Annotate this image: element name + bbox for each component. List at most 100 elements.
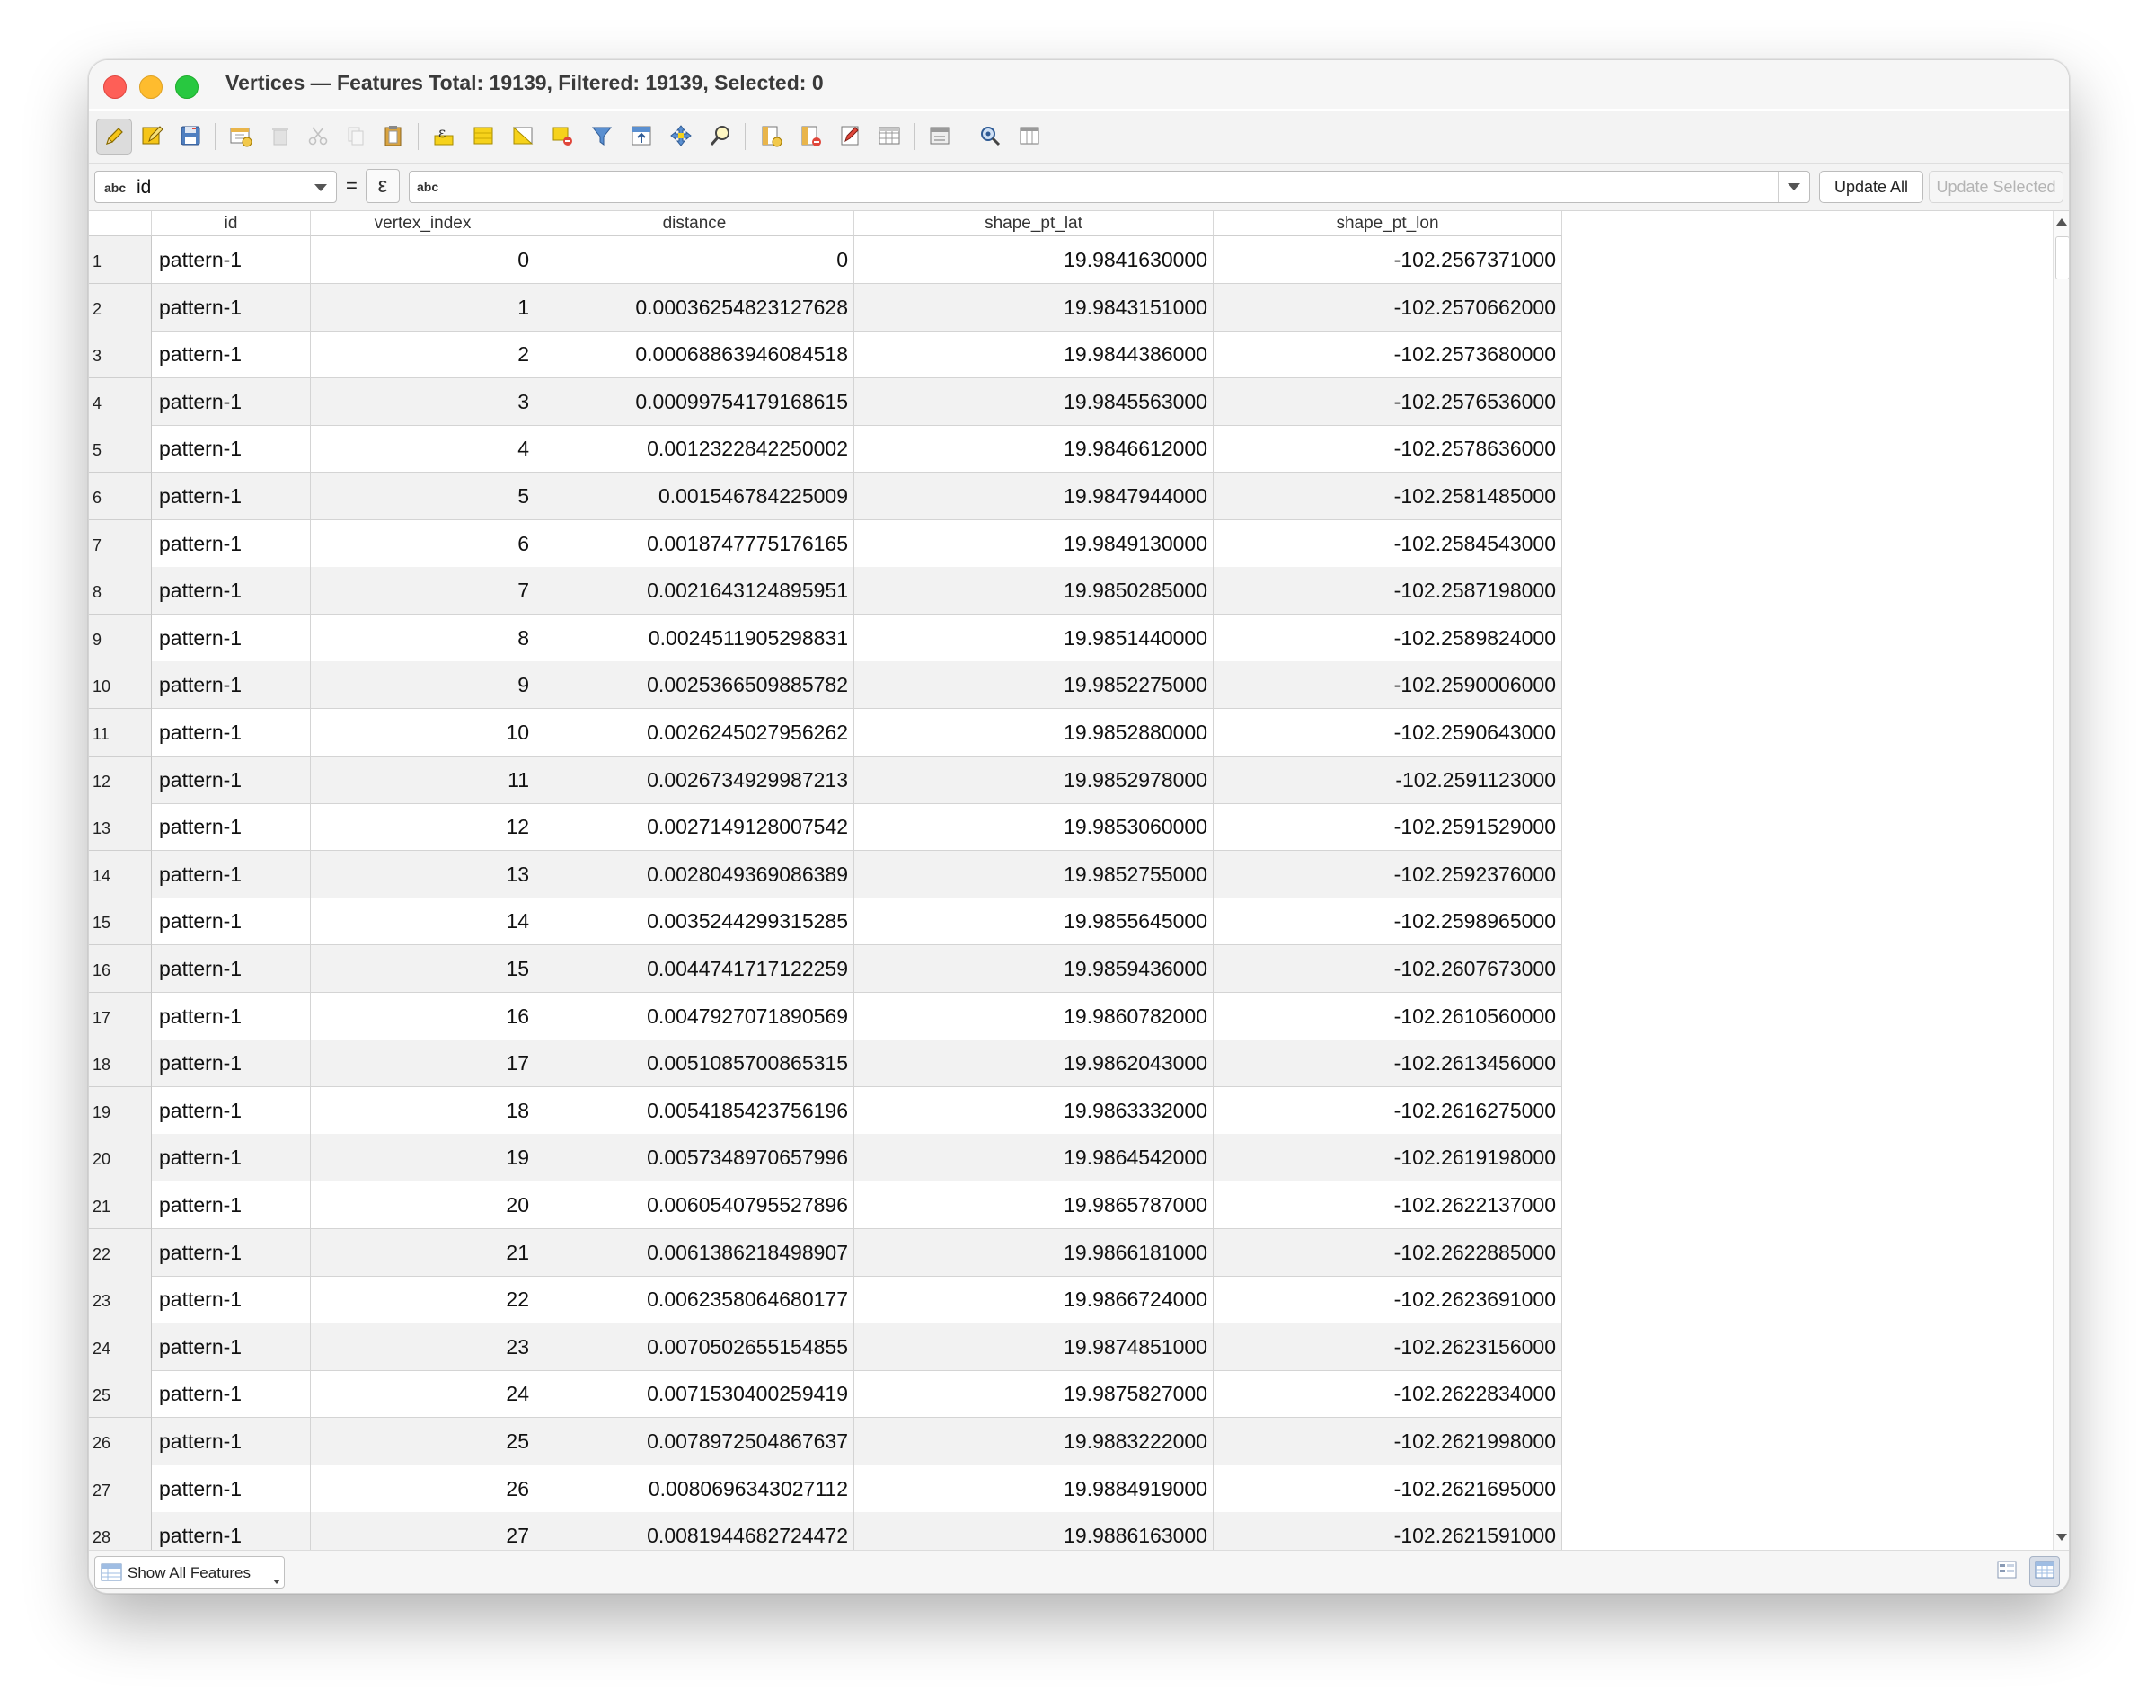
cell-vertex-index[interactable]: 4 <box>311 425 535 473</box>
update-all-button[interactable]: Update All <box>1819 171 1923 203</box>
cell-distance[interactable]: 0.0047927071890569 <box>535 992 854 1040</box>
table-row[interactable]: 11 pattern-1 10 0.0026245027956262 19.985288… <box>89 709 1562 757</box>
cell-vertex-index[interactable]: 5 <box>311 473 535 520</box>
cell-vertex-index[interactable]: 17 <box>311 1040 535 1088</box>
cell-shape-pt-lat[interactable]: 19.9859436000 <box>854 945 1214 993</box>
row-number[interactable]: 7 <box>89 519 152 568</box>
vertical-scrollbar[interactable] <box>2053 211 2069 1550</box>
cell-vertex-index[interactable]: 8 <box>311 614 535 662</box>
cell-vertex-index[interactable]: 26 <box>311 1465 535 1513</box>
row-number[interactable]: 11 <box>89 709 152 757</box>
organize-columns-button[interactable] <box>1012 119 1047 153</box>
cell-id[interactable]: pattern-1 <box>152 236 311 284</box>
cell-shape-pt-lon[interactable]: -102.2589824000 <box>1214 614 1562 662</box>
field-calculator-button[interactable] <box>833 119 867 153</box>
cell-shape-pt-lat[interactable]: 19.9874851000 <box>854 1323 1214 1371</box>
row-number[interactable]: 28 <box>89 1512 152 1550</box>
cell-shape-pt-lat[interactable]: 19.9860782000 <box>854 992 1214 1040</box>
cell-id[interactable]: pattern-1 <box>152 614 311 662</box>
row-number[interactable]: 16 <box>89 945 152 993</box>
row-number[interactable]: 12 <box>89 756 152 804</box>
cell-shape-pt-lon[interactable]: -102.2607673000 <box>1214 945 1562 993</box>
dock-button[interactable] <box>923 119 957 153</box>
expression-dropdown[interactable] <box>1778 172 1809 202</box>
show-all-features-button[interactable]: Show All Features <box>94 1556 285 1589</box>
cell-shape-pt-lat[interactable]: 19.9886163000 <box>854 1512 1214 1550</box>
cell-vertex-index[interactable]: 12 <box>311 803 535 852</box>
cell-distance[interactable]: 0.001546784225009 <box>535 473 854 520</box>
cell-distance[interactable]: 0.0054185423756196 <box>535 1086 854 1135</box>
column-header-vertex-index[interactable]: vertex_index <box>311 211 535 236</box>
table-row[interactable]: 2 pattern-1 1 0.00036254823127628 19.9843151… <box>89 283 1562 332</box>
cell-vertex-index[interactable]: 10 <box>311 709 535 757</box>
cell-id[interactable]: pattern-1 <box>152 945 311 993</box>
cell-distance[interactable]: 0.0081944682724472 <box>535 1512 854 1550</box>
cell-shape-pt-lat[interactable]: 19.9852755000 <box>854 850 1214 898</box>
cell-shape-pt-lat[interactable]: 19.9866181000 <box>854 1228 1214 1277</box>
table-row[interactable]: 12 pattern-1 11 0.0026734929987213 19.985297… <box>89 756 1562 804</box>
cell-distance[interactable]: 0.0027149128007542 <box>535 803 854 852</box>
cell-vertex-index[interactable]: 7 <box>311 567 535 615</box>
cell-vertex-index[interactable]: 13 <box>311 850 535 898</box>
cell-id[interactable]: pattern-1 <box>152 661 311 710</box>
select-by-expression-button[interactable]: ε <box>427 119 461 153</box>
cell-shape-pt-lon[interactable]: -102.2581485000 <box>1214 473 1562 520</box>
cell-distance[interactable]: 0.0070502655154855 <box>535 1323 854 1371</box>
cell-id[interactable]: pattern-1 <box>152 1134 311 1182</box>
cell-shape-pt-lat[interactable]: 19.9852880000 <box>854 709 1214 757</box>
field-select[interactable]: abc id <box>94 171 337 203</box>
cell-shape-pt-lat[interactable]: 19.9851440000 <box>854 614 1214 662</box>
row-number[interactable]: 14 <box>89 850 152 898</box>
table-row[interactable]: 21 pattern-1 20 0.0060540795527896 19.986578… <box>89 1181 1562 1229</box>
filter-select-button[interactable] <box>585 119 619 153</box>
column-header-shape-pt-lat[interactable]: shape_pt_lat <box>854 211 1214 236</box>
cell-vertex-index[interactable]: 25 <box>311 1418 535 1465</box>
table-row[interactable]: 1 pattern-1 0 0 19.9841630000 -102.2567371000 <box>89 236 1562 284</box>
row-number[interactable]: 1 <box>89 236 152 284</box>
table-row[interactable]: 20 pattern-1 19 0.0057348970657996 19.986454… <box>89 1134 1562 1182</box>
form-view-button[interactable] <box>1992 1556 2022 1587</box>
cell-distance[interactable]: 0.0035244299315285 <box>535 898 854 946</box>
move-selection-top-button[interactable] <box>624 119 658 153</box>
invert-selection-button[interactable] <box>506 119 540 153</box>
cell-shape-pt-lon[interactable]: -102.2622834000 <box>1214 1370 1562 1419</box>
cell-distance[interactable]: 0.0028049369086389 <box>535 850 854 898</box>
cell-distance[interactable]: 0.0012322842250002 <box>535 425 854 473</box>
cell-distance[interactable]: 0.0060540795527896 <box>535 1181 854 1229</box>
cell-distance[interactable]: 0.0026245027956262 <box>535 709 854 757</box>
cell-vertex-index[interactable]: 14 <box>311 898 535 946</box>
cell-vertex-index[interactable]: 2 <box>311 331 535 379</box>
table-row[interactable]: 10 pattern-1 9 0.0025366509885782 19.9852275… <box>89 661 1562 710</box>
row-number[interactable]: 6 <box>89 473 152 520</box>
cell-shape-pt-lon[interactable]: -102.2590643000 <box>1214 709 1562 757</box>
table-row[interactable]: 14 pattern-1 13 0.0028049369086389 19.985275… <box>89 850 1562 898</box>
cell-shape-pt-lat[interactable]: 19.9852978000 <box>854 756 1214 804</box>
row-number[interactable]: 23 <box>89 1276 152 1324</box>
cell-distance[interactable]: 0.0021643124895951 <box>535 567 854 615</box>
save-edits-button[interactable] <box>173 119 208 153</box>
cell-id[interactable]: pattern-1 <box>152 1512 311 1550</box>
table-row[interactable]: 18 pattern-1 17 0.0051085700865315 19.986204… <box>89 1040 1562 1088</box>
row-number[interactable]: 27 <box>89 1465 152 1513</box>
row-number[interactable]: 18 <box>89 1040 152 1088</box>
cut-button[interactable] <box>301 119 335 153</box>
cell-id[interactable]: pattern-1 <box>152 898 311 946</box>
add-feature-button[interactable] <box>224 119 258 153</box>
cell-distance[interactable]: 0.00036254823127628 <box>535 283 854 332</box>
cell-id[interactable]: pattern-1 <box>152 425 311 473</box>
cell-distance[interactable]: 0.0051085700865315 <box>535 1040 854 1088</box>
select-all-button[interactable] <box>466 119 500 153</box>
row-number[interactable]: 25 <box>89 1370 152 1419</box>
cell-shape-pt-lon[interactable]: -102.2567371000 <box>1214 236 1562 284</box>
cell-shape-pt-lon[interactable]: -102.2621591000 <box>1214 1512 1562 1550</box>
row-number[interactable]: 4 <box>89 377 152 426</box>
cell-vertex-index[interactable]: 18 <box>311 1086 535 1135</box>
update-selected-button[interactable]: Update Selected <box>1929 171 2063 203</box>
row-number[interactable]: 21 <box>89 1181 152 1229</box>
cell-vertex-index[interactable]: 9 <box>311 661 535 710</box>
cell-id[interactable]: pattern-1 <box>152 1465 311 1513</box>
zoom-to-selected-button[interactable] <box>703 119 738 153</box>
cell-shape-pt-lon[interactable]: -102.2570662000 <box>1214 283 1562 332</box>
cell-id[interactable]: pattern-1 <box>152 850 311 898</box>
row-number[interactable]: 3 <box>89 331 152 379</box>
